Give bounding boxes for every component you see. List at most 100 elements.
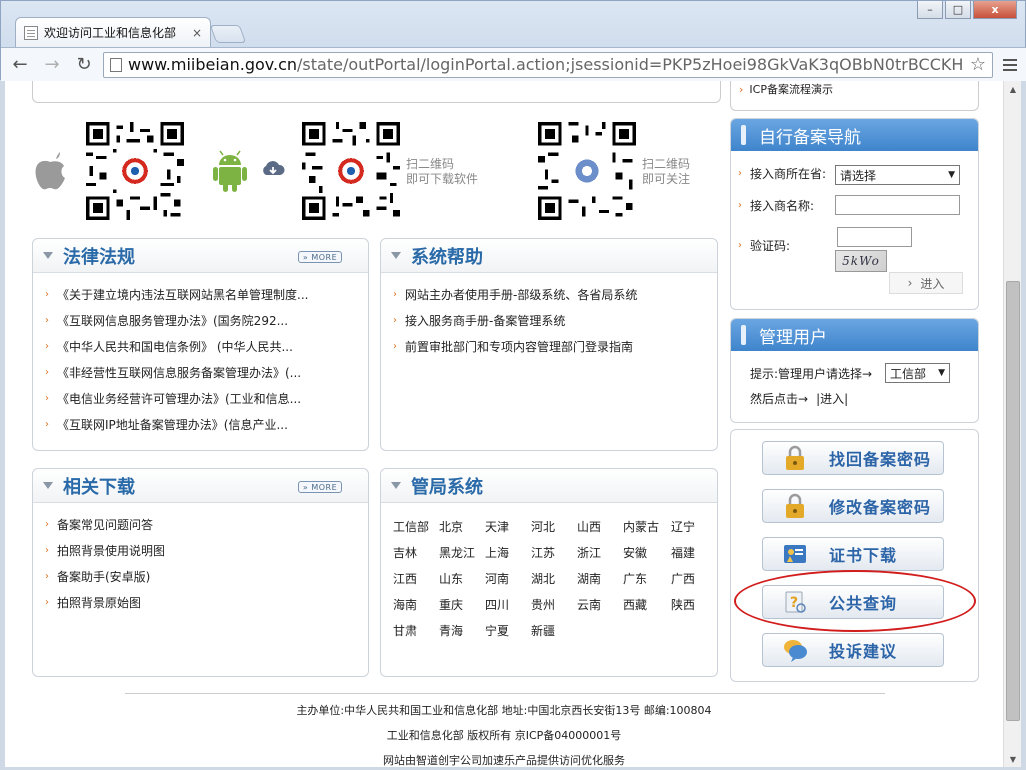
list-item[interactable]: › 备案助手(安卓版) <box>45 563 368 589</box>
qr-download-caption-line1: 扫二维码 <box>406 157 455 171</box>
region-link[interactable]: 湖北 <box>531 565 577 591</box>
law-link[interactable]: 《互联网IP地址备案管理办法》(信息产业... <box>57 416 288 433</box>
region-link[interactable]: 广西 <box>671 565 711 591</box>
help-link[interactable]: 接入服务商手册-备案管理系统 <box>405 312 565 329</box>
browser-tab[interactable]: 欢迎访问工业和信息化部 × <box>15 17 211 47</box>
vertical-scrollbar[interactable]: ▲ ▼ <box>1003 81 1021 767</box>
list-item[interactable]: › 《中华人民共和国电信条例》 (中华人民共... <box>45 333 368 359</box>
self-filing-enter-button[interactable]: › 进入 <box>889 272 963 294</box>
list-item[interactable]: › 拍照背景使用说明图 <box>45 537 368 563</box>
region-link[interactable]: 内蒙古 <box>623 513 671 539</box>
download-link[interactable]: 拍照背景原始图 <box>57 594 141 611</box>
region-link[interactable]: 上海 <box>485 539 531 565</box>
region-link[interactable]: 陕西 <box>671 591 711 617</box>
region-link[interactable]: 河北 <box>531 513 577 539</box>
scroll-down-arrow-icon[interactable]: ▼ <box>1004 751 1022 767</box>
list-item[interactable]: › 网站主办者使用手册-部级系统、各省局系统 <box>393 281 717 307</box>
close-window-button[interactable]: x <box>973 1 1017 19</box>
lock-icon <box>786 493 804 518</box>
region-link[interactable]: 宁夏 <box>485 617 531 643</box>
region-link[interactable]: 甘肃 <box>393 617 439 643</box>
region-link[interactable]: 重庆 <box>439 591 485 617</box>
android-logo-icon[interactable] <box>210 149 250 193</box>
region-link[interactable]: 江西 <box>393 565 439 591</box>
captcha-input[interactable] <box>837 227 912 247</box>
region-link[interactable]: 福建 <box>671 539 711 565</box>
public-query-button[interactable]: ? 公共查询 <box>762 585 944 619</box>
cert-download-button[interactable]: 证书下载 <box>762 537 944 571</box>
law-link[interactable]: 《关于建立境内违法互联网站黑名单管理制度... <box>57 286 308 303</box>
footer-line-1: 主办单位:中华人民共和国工业和信息化部 地址:中国北京西长安街13号 邮编:10… <box>296 704 712 717</box>
laws-more-button[interactable]: » MORE <box>298 251 342 263</box>
apple-logo-icon[interactable] <box>33 151 67 191</box>
back-arrow-icon[interactable]: ← <box>7 52 33 78</box>
list-item[interactable]: › 前置审批部门和专项内容管理部门登录指南 <box>393 333 717 359</box>
region-link[interactable]: 新疆 <box>531 617 577 643</box>
law-link[interactable]: 《电信业务经营许可管理办法》(工业和信息... <box>57 390 301 407</box>
region-link[interactable]: 广东 <box>623 565 671 591</box>
list-item[interactable]: › 《电信业务经营许可管理办法》(工业和信息... <box>45 385 368 411</box>
region-link[interactable]: 河南 <box>485 565 531 591</box>
region-link[interactable]: 山东 <box>439 565 485 591</box>
law-link[interactable]: 《非经营性互联网信息服务备案管理办法》(... <box>57 364 301 381</box>
region-link[interactable]: 四川 <box>485 591 531 617</box>
list-item[interactable]: › 《互联网IP地址备案管理办法》(信息产业... <box>45 411 368 437</box>
region-link[interactable]: 贵州 <box>531 591 577 617</box>
region-link[interactable]: 海南 <box>393 591 439 617</box>
region-link[interactable]: 安徽 <box>623 539 671 565</box>
isp-location-select[interactable]: 请选择 ▼ <box>835 165 960 185</box>
help-link[interactable]: 前置审批部门和专项内容管理部门登录指南 <box>405 338 633 355</box>
list-item[interactable]: › 《非经营性互联网信息服务备案管理办法》(... <box>45 359 368 385</box>
complaint-label: 投诉建议 <box>829 642 898 661</box>
law-link[interactable]: 《中华人民共和国电信条例》 (中华人民共... <box>57 338 293 355</box>
region-link[interactable]: 北京 <box>439 513 485 539</box>
change-password-button[interactable]: 修改备案密码 <box>762 489 944 523</box>
cloud-download-icon[interactable] <box>260 159 286 179</box>
admin-enter-link[interactable]: |进入| <box>816 390 848 407</box>
download-link[interactable]: 备案常见问题问答 <box>57 516 153 533</box>
download-link[interactable]: 备案助手(安卓版) <box>57 568 150 585</box>
address-bar[interactable]: www.miibeian.gov.cn/state/outPortal/logi… <box>103 51 993 78</box>
region-link[interactable]: 青海 <box>439 617 485 643</box>
list-item[interactable]: › 《互联网信息服务管理办法》(国务院292... <box>45 307 368 333</box>
bookmark-star-icon[interactable]: ☆ <box>970 54 986 75</box>
region-link[interactable]: 山西 <box>577 513 623 539</box>
chrome-menu-icon[interactable] <box>999 54 1021 76</box>
region-link[interactable]: 西藏 <box>623 591 671 617</box>
scroll-up-arrow-icon[interactable]: ▲ <box>1004 81 1022 97</box>
region-link[interactable]: 工信部 <box>393 513 439 539</box>
bullet-arrow-icon: › <box>45 288 49 300</box>
downloads-more-button[interactable]: » MORE <box>298 481 342 493</box>
list-item[interactable]: › 拍照背景原始图 <box>45 589 368 615</box>
region-link[interactable]: 浙江 <box>577 539 623 565</box>
complaint-button[interactable]: 投诉建议 <box>762 633 944 667</box>
list-item[interactable]: › 接入服务商手册-备案管理系统 <box>393 307 717 333</box>
retrieve-password-button[interactable]: 找回备案密码 <box>762 441 944 475</box>
icp-process-link[interactable]: ICP备案流程演示 <box>749 83 833 96</box>
region-link[interactable]: 辽宁 <box>671 513 711 539</box>
isp-name-input[interactable] <box>835 195 960 215</box>
captcha-image[interactable]: 5kWo <box>835 250 887 272</box>
maximize-button[interactable]: □ <box>945 1 971 19</box>
new-tab-button[interactable] <box>209 25 247 43</box>
isp-location-row: › 接入商所在省: <box>730 165 826 182</box>
qr-download-caption-line2: 即可下载软件 <box>406 172 479 186</box>
admin-select[interactable]: 工信部 ▼ <box>885 363 950 383</box>
region-link[interactable]: 江苏 <box>531 539 577 565</box>
region-link[interactable]: 云南 <box>577 591 623 617</box>
minimize-button[interactable]: – <box>917 1 943 19</box>
region-link[interactable]: 黑龙江 <box>439 539 485 565</box>
region-link[interactable]: 湖南 <box>577 565 623 591</box>
download-link[interactable]: 拍照背景使用说明图 <box>57 542 165 559</box>
list-item[interactable]: › 备案常见问题问答 <box>45 511 368 537</box>
region-link[interactable]: 吉林 <box>393 539 439 565</box>
tab-close-icon[interactable]: × <box>192 26 202 40</box>
law-link[interactable]: 《互联网信息服务管理办法》(国务院292... <box>57 312 288 329</box>
forward-arrow-icon[interactable]: → <box>39 52 65 78</box>
help-link[interactable]: 网站主办者使用手册-部级系统、各省局系统 <box>405 286 637 303</box>
scroll-thumb[interactable] <box>1006 281 1020 721</box>
reload-icon[interactable]: ↻ <box>71 52 97 78</box>
region-link[interactable]: 天津 <box>485 513 531 539</box>
self-filing-nav-header: 自行备案导航 <box>731 119 978 151</box>
list-item[interactable]: › 《关于建立境内违法互联网站黑名单管理制度... <box>45 281 368 307</box>
